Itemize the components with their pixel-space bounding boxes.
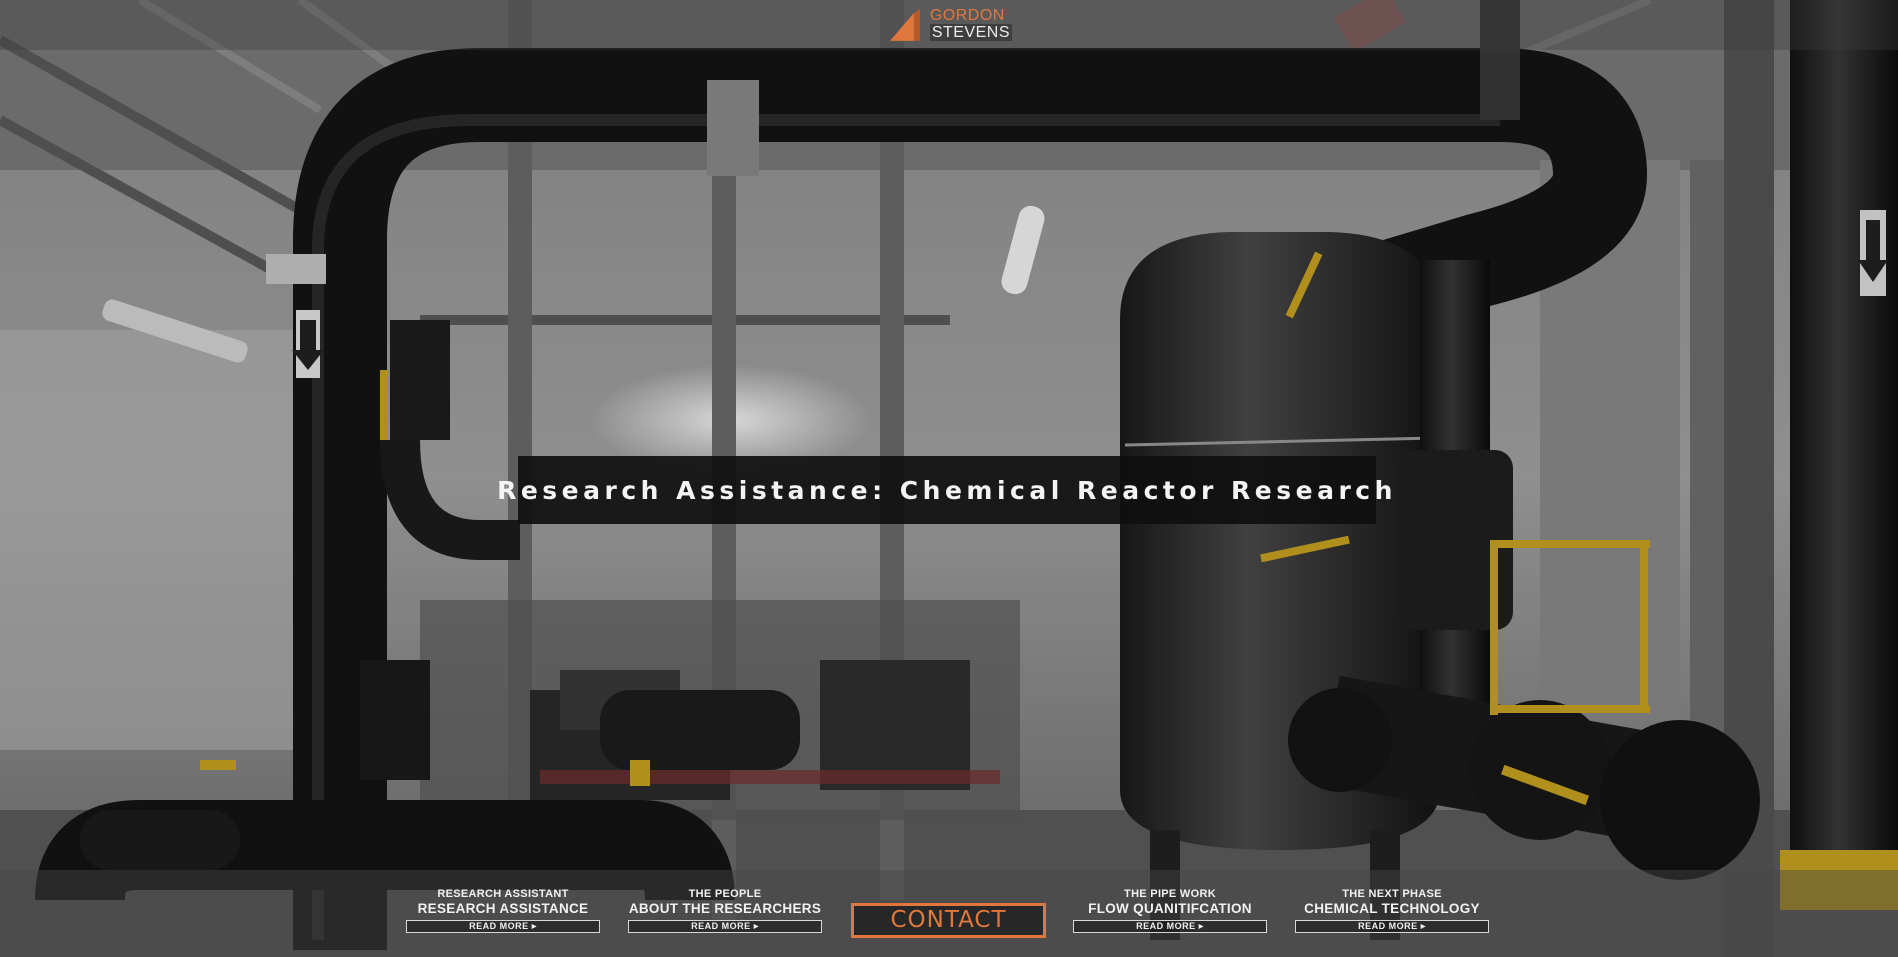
nav-item-flow-quantification: THE PIPE WORK FLOW QUANITIFCATION READ M… xyxy=(1072,888,1268,933)
nav-title[interactable]: FLOW QUANITIFCATION xyxy=(1072,901,1268,917)
brand-name-line1: GORDON xyxy=(929,7,1005,24)
nav-kicker: RESEARCH ASSISTANT xyxy=(437,888,569,900)
brand-logo[interactable]: GORDON STEVENS xyxy=(886,4,1012,44)
nav-title[interactable]: CHEMICAL TECHNOLOGY xyxy=(1294,901,1490,917)
brand-name-line2: STEVENS xyxy=(929,24,1012,41)
read-more-button[interactable]: READ MORE ▶ xyxy=(1295,920,1489,933)
nav-kicker: THE PIPE WORK xyxy=(1124,888,1216,900)
nav-kicker: THE PEOPLE xyxy=(688,888,762,900)
read-more-button[interactable]: READ MORE ▶ xyxy=(628,920,822,933)
triangle-right-icon: ▶ xyxy=(1198,924,1204,930)
hero-banner: Research Assistance: Chemical Reactor Re… xyxy=(497,456,1392,524)
read-more-button[interactable]: READ MORE ▶ xyxy=(1073,920,1267,933)
read-more-label: READ MORE xyxy=(469,921,529,931)
read-more-button[interactable]: READ MORE ▶ xyxy=(406,920,600,933)
brand-wordmark: GORDON STEVENS xyxy=(929,7,1012,41)
nav-item-about-researchers: THE PEOPLE ABOUT THE RESEARCHERS READ MO… xyxy=(627,888,823,933)
triangle-right-icon: ▶ xyxy=(753,924,759,930)
triangle-right-icon: ▶ xyxy=(1420,924,1426,930)
nav-kicker: THE NEXT PHASE xyxy=(1342,888,1442,900)
read-more-label: READ MORE xyxy=(1358,921,1418,931)
read-more-label: READ MORE xyxy=(1136,921,1196,931)
contact-button[interactable]: CONTACT xyxy=(851,903,1046,938)
read-more-label: READ MORE xyxy=(691,921,751,931)
nav-title[interactable]: RESEARCH ASSISTANCE xyxy=(405,901,601,917)
nav-item-chemical-technology: THE NEXT PHASE CHEMICAL TECHNOLOGY READ … xyxy=(1294,888,1490,933)
page-title: Research Assistance: Chemical Reactor Re… xyxy=(497,475,1397,505)
nav-item-research-assistance: RESEARCH ASSISTANT RESEARCH ASSISTANCE R… xyxy=(405,888,601,933)
nav-title[interactable]: ABOUT THE RESEARCHERS xyxy=(627,901,823,917)
triangle-logo-icon xyxy=(889,9,920,41)
page: GORDON STEVENS Research Assistance: Chem… xyxy=(0,0,1898,957)
triangle-right-icon: ▶ xyxy=(531,924,537,930)
